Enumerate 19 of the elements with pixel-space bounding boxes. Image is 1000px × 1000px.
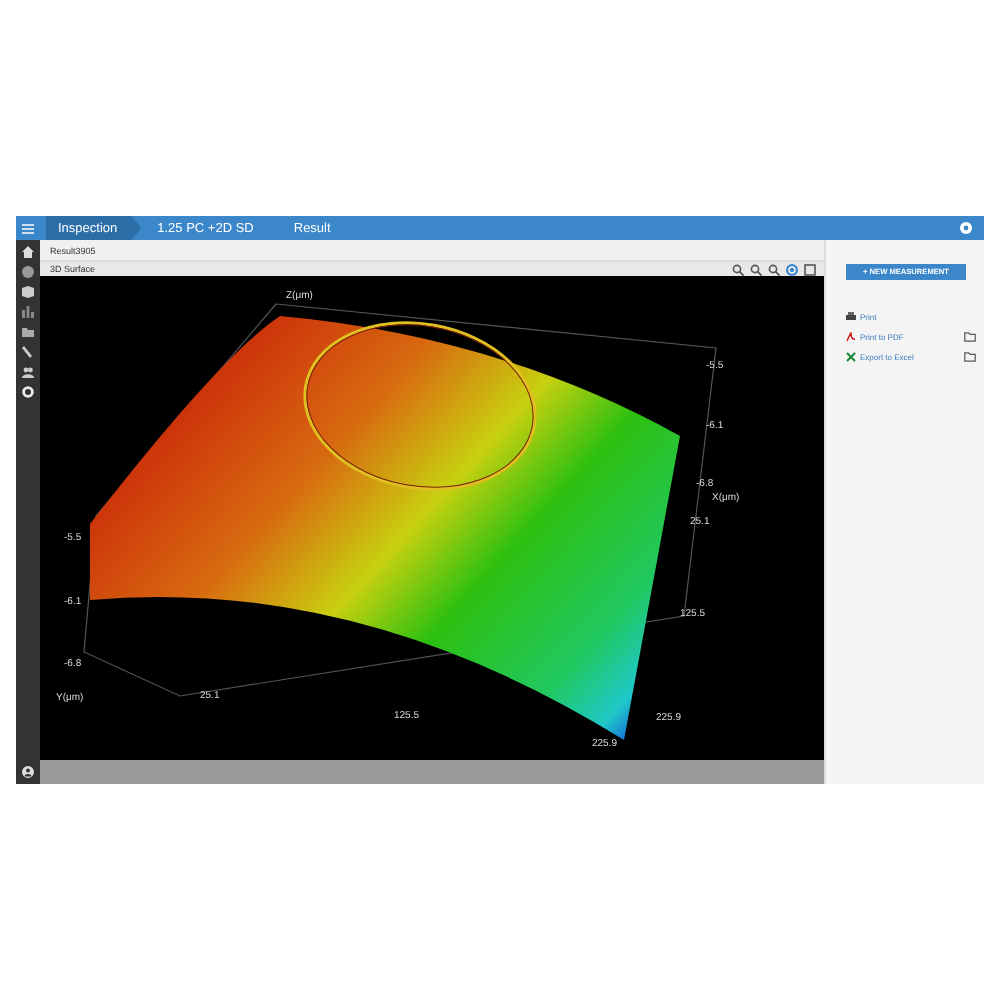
- pdf-icon: [846, 332, 856, 342]
- folder-icon[interactable]: [22, 326, 34, 338]
- zoom-out-icon[interactable]: [768, 263, 780, 275]
- printer-icon: [846, 312, 856, 322]
- help-icon[interactable]: [960, 222, 972, 234]
- folder-icon[interactable]: [964, 352, 976, 362]
- save-icon[interactable]: [804, 263, 816, 275]
- gear-icon[interactable]: [22, 386, 34, 398]
- folder-icon[interactable]: [964, 332, 976, 342]
- menu-icon[interactable]: [22, 223, 34, 233]
- chart-icon[interactable]: [22, 306, 34, 318]
- search-icon[interactable]: [732, 263, 744, 275]
- users-icon[interactable]: [22, 366, 34, 378]
- circle-icon[interactable]: [22, 266, 34, 278]
- rotate-tool-icon[interactable]: [786, 263, 798, 275]
- home-icon[interactable]: [22, 246, 34, 258]
- zoom-in-icon[interactable]: [750, 263, 762, 275]
- user-icon[interactable]: [22, 766, 34, 778]
- excel-icon: [846, 352, 856, 362]
